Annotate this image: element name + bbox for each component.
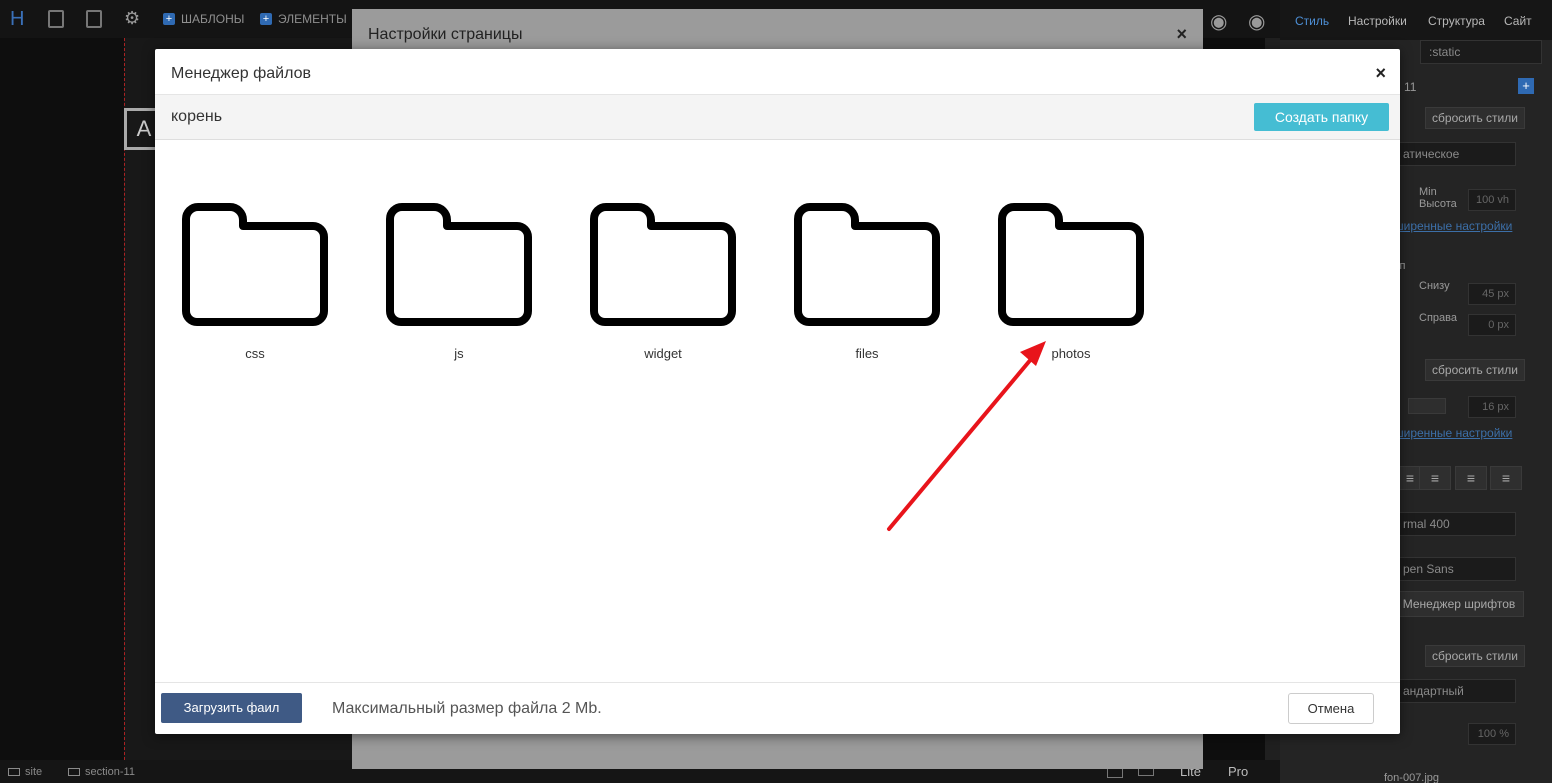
elements-button[interactable]: + ЭЛЕМЕНТЫ: [260, 12, 347, 26]
mode-pro[interactable]: Pro: [1228, 764, 1248, 779]
page-settings-title: Настройки страницы: [368, 26, 523, 43]
templates-button[interactable]: + ШАБЛОНЫ: [163, 12, 244, 26]
modal-footer: Загрузить фаил Максимальный размер файла…: [155, 682, 1400, 734]
view-eye-icon[interactable]: ◉: [1248, 9, 1265, 34]
cancel-button[interactable]: Отмена: [1288, 693, 1374, 724]
add-plus-icon[interactable]: +: [1518, 78, 1534, 94]
folder-name: files: [855, 346, 879, 361]
min-height-label: Min Высота: [1419, 186, 1457, 210]
standard-select[interactable]: андартный: [1394, 679, 1516, 703]
folder-icon: [182, 203, 328, 326]
display-select[interactable]: атическое: [1394, 142, 1516, 166]
min-height-input[interactable]: 100 vh: [1468, 189, 1516, 211]
folder-icon: [386, 203, 532, 326]
id-value: 11: [1404, 80, 1417, 94]
close-icon[interactable]: ×: [1176, 24, 1187, 45]
right-label: Справа: [1419, 312, 1457, 324]
tab-settings[interactable]: Настройки: [1348, 14, 1407, 28]
font-family-select[interactable]: pen Sans: [1394, 557, 1516, 581]
breadcrumb-section[interactable]: section-11: [68, 766, 135, 778]
folder-icon: [998, 203, 1144, 326]
panel-tabs: Стиль Настройки Структура Сайт: [1280, 0, 1552, 40]
tab-structure[interactable]: Структура: [1428, 14, 1485, 28]
right-input[interactable]: 0 px: [1468, 314, 1516, 336]
new-page-icon[interactable]: [48, 10, 64, 28]
folder-item-widget[interactable]: widget: [588, 203, 738, 363]
preview-eye-icon[interactable]: ◉: [1210, 9, 1227, 34]
bottom-label: Снизу: [1419, 280, 1450, 292]
folder-icon: [590, 203, 736, 326]
font-weight-select[interactable]: rmal 400: [1394, 512, 1516, 536]
templates-label: ШАБЛОНЫ: [181, 12, 245, 26]
modal-title: Менеджер файлов: [171, 65, 311, 82]
reset-styles-button[interactable]: сбросить стили: [1425, 107, 1525, 129]
file-manager-modal: Менеджер файлов × корень Создать папку c…: [155, 49, 1400, 734]
breadcrumb-site[interactable]: site: [8, 766, 42, 778]
section-label: section-11: [85, 766, 135, 778]
create-folder-button[interactable]: Создать папку: [1254, 103, 1389, 131]
thumbnail-name: fon-007.jpg: [1384, 772, 1440, 783]
folder-name: css: [245, 346, 265, 361]
align-right-button[interactable]: ≡: [1455, 466, 1487, 490]
plus-icon: +: [163, 13, 175, 25]
gear-icon[interactable]: ⚙: [124, 8, 140, 29]
reset-styles-button-2[interactable]: сбросить стили: [1425, 359, 1525, 381]
site-label: site: [25, 766, 43, 778]
align-justify-button[interactable]: ≡: [1490, 466, 1522, 490]
editor-logo[interactable]: H: [10, 8, 24, 31]
advanced-settings-link-2[interactable]: ширенные настройки: [1394, 426, 1512, 440]
position-select[interactable]: :static: [1420, 40, 1542, 64]
plus-icon: +: [260, 13, 272, 25]
align-center-button[interactable]: ≡: [1419, 466, 1451, 490]
modal-header: Менеджер файлов ×: [155, 49, 1400, 95]
folder-name: widget: [644, 346, 682, 361]
block-icon: [8, 768, 20, 776]
close-icon[interactable]: ×: [1375, 63, 1386, 84]
tab-style[interactable]: Стиль: [1295, 14, 1329, 28]
opacity-input[interactable]: 100 %: [1468, 723, 1516, 745]
advanced-settings-link[interactable]: ширенные настройки: [1394, 219, 1512, 233]
tab-site[interactable]: Сайт: [1504, 14, 1532, 28]
folder-name: js: [454, 346, 464, 361]
path-bar: корень Создать папку: [155, 95, 1400, 140]
folder-item-js[interactable]: js: [384, 203, 534, 363]
max-size-note: Максимальный размер файла 2 Mb.: [332, 700, 602, 717]
folder-name: photos: [1051, 346, 1091, 361]
bottom-input[interactable]: 45 px: [1468, 283, 1516, 305]
block-icon: [68, 768, 80, 776]
font-manager-button[interactable]: Менеджер шрифтов: [1394, 591, 1524, 617]
font-size-input[interactable]: 16 px: [1468, 396, 1516, 418]
folder-item-css[interactable]: css: [180, 203, 330, 363]
reset-styles-button-3[interactable]: сбросить стили: [1425, 645, 1525, 667]
folder-item-photos[interactable]: photos: [996, 203, 1146, 363]
folder-grid: css js widget files photos: [155, 140, 1400, 682]
upload-file-button[interactable]: Загрузить фаил: [161, 693, 302, 723]
folder-icon: [794, 203, 940, 326]
breadcrumb[interactable]: корень: [171, 108, 222, 126]
folder-item-files[interactable]: files: [792, 203, 942, 363]
copy-icon[interactable]: [86, 10, 102, 28]
color-picker[interactable]: [1408, 398, 1446, 414]
elements-label: ЭЛЕМЕНТЫ: [278, 12, 347, 26]
